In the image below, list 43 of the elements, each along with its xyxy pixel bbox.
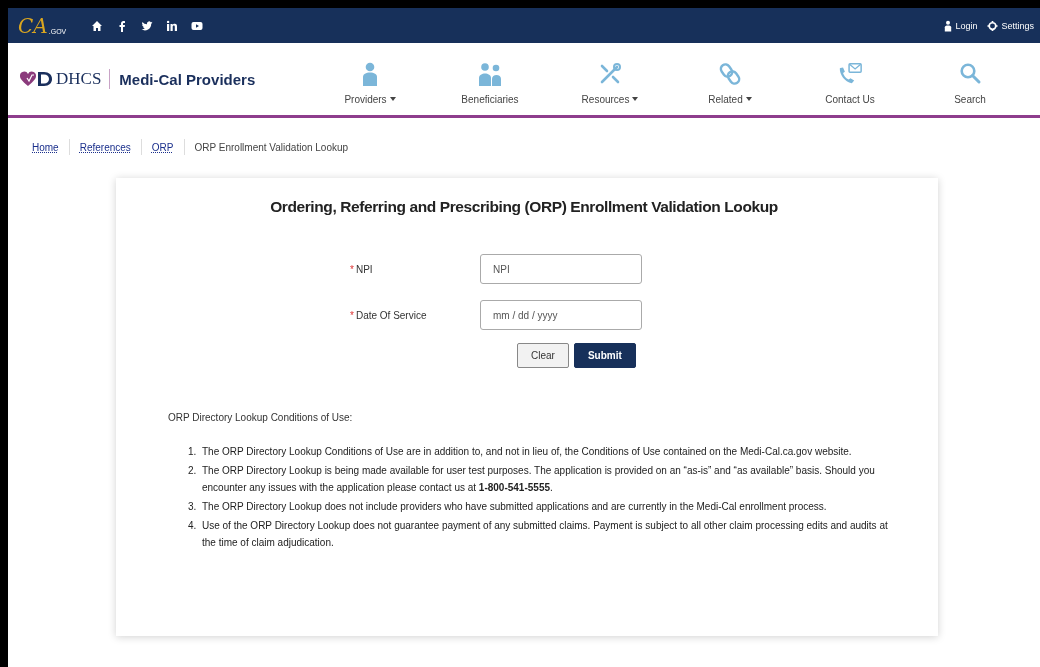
condition-text: Use of the ORP Directory Lookup does not guarantee payment of any submitted claims. Payment is subject to all other claim processing edits and audits at the time of claim adjudication. xyxy=(202,519,888,550)
input-field[interactable]: mm / dd / yyyy xyxy=(480,300,642,330)
nav-item[interactable]: Beneficiaries xyxy=(440,53,540,105)
search-icon xyxy=(957,61,983,86)
condition-text: The ORP Directory Lookup Conditions of Use are in addition to, and not in lieu of, the Conditions of Use contained on the Medi-Cal.ca.gov website. xyxy=(202,445,852,459)
org-logo-text: DHCS xyxy=(56,69,111,89)
chain-icon xyxy=(717,61,743,86)
home-icon[interactable] xyxy=(91,19,104,32)
list-number: 3. xyxy=(188,500,198,514)
condition-text: The ORP Directory Lookup does not include providers who have submitted applications and are currently in the Medi-Cal enrollment process. xyxy=(202,500,827,514)
people-icon xyxy=(477,61,503,86)
field-label: Date Of Service xyxy=(355,309,427,321)
dhcs-heart-icon xyxy=(20,71,54,87)
required-mark: * xyxy=(350,309,354,321)
submit-button[interactable]: Submit xyxy=(573,343,636,368)
conditions-heading: ORP Directory Lookup Conditions of Use: xyxy=(168,412,354,423)
list-number: 1. xyxy=(188,445,198,459)
breadcrumb-link[interactable]: Home xyxy=(32,141,59,153)
settings-icon xyxy=(987,19,999,32)
clear-button[interactable]: Clear xyxy=(517,343,569,368)
settings-link[interactable]: Settings xyxy=(987,19,1034,32)
video-icon[interactable] xyxy=(191,19,204,32)
form-title: Ordering, Referring and Prescribing (ORP) Enrollment Validation Lookup xyxy=(269,198,779,216)
login-link[interactable]: Login xyxy=(944,19,978,32)
nav-item[interactable]: Related xyxy=(680,53,780,105)
linkedin-icon[interactable] xyxy=(166,19,179,32)
breadcrumb-link[interactable]: References xyxy=(79,141,131,153)
nav-item[interactable]: Search xyxy=(920,53,1020,105)
nav-item[interactable]: Resources xyxy=(560,53,660,105)
input-field[interactable]: NPI xyxy=(480,254,642,284)
nav-item[interactable]: Contact Us xyxy=(800,53,900,105)
required-mark: * xyxy=(350,263,354,275)
user-icon xyxy=(944,19,953,32)
condition-text: The ORP Directory Lookup is being made available for user test purposes. The application is provided on an “as-is” and “as available” basis. Should you encounter any issues with the application please contact us at 1-800-541-5555. xyxy=(202,464,876,495)
nav-item[interactable]: Providers xyxy=(320,53,420,105)
list-number: 2. xyxy=(188,464,198,478)
breadcrumb-current: ORP Enrollment Validation Lookup xyxy=(194,141,349,153)
breadcrumb-link[interactable]: ORP xyxy=(151,141,174,153)
phone-mail-icon xyxy=(837,61,863,86)
field-label: NPI xyxy=(355,263,373,275)
twitter-icon[interactable] xyxy=(141,19,154,32)
site-name: Medi-Cal Providers xyxy=(119,70,256,88)
list-number: 4. xyxy=(188,519,198,533)
